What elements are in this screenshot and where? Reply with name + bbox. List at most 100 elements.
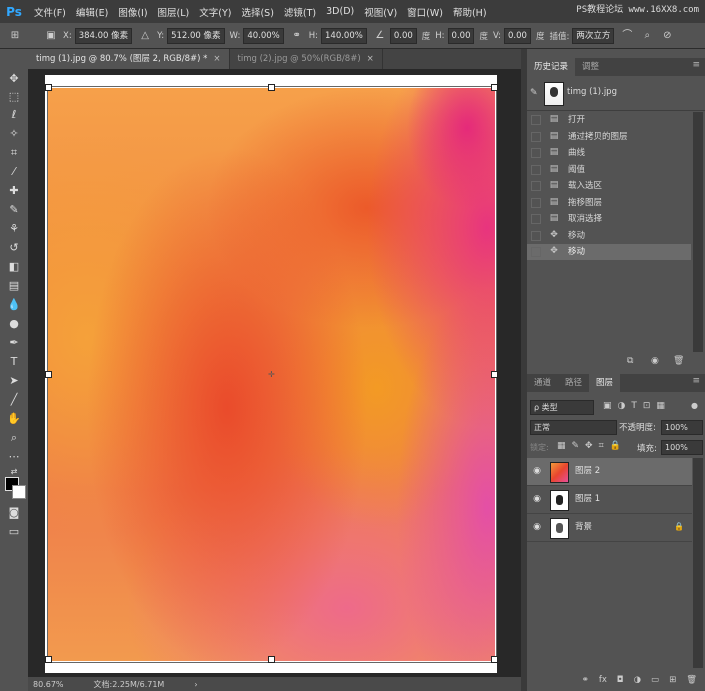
warp-icon[interactable]: ⌒ — [620, 29, 634, 43]
healing-brush-icon[interactable]: ✚ — [5, 183, 23, 199]
eye-icon[interactable]: ◉ — [531, 522, 543, 532]
delta-icon[interactable]: △ — [138, 29, 152, 43]
new-document-from-state-icon[interactable]: ⧉ — [627, 356, 633, 366]
screen-mode-icon[interactable]: ▭ — [5, 524, 23, 540]
hskew-field[interactable]: 0.00 — [447, 27, 475, 44]
history-checkbox[interactable] — [531, 148, 541, 158]
brush-tool-icon[interactable]: ✎ — [5, 202, 23, 218]
tab-timg2[interactable]: timg (2).jpg @ 50%(RGB/8#) × — [230, 49, 383, 69]
search-icon[interactable]: ⌕ — [640, 29, 654, 43]
tab-paths[interactable]: 路径 — [558, 374, 589, 392]
panel-menu-icon[interactable]: ≡ — [692, 376, 700, 386]
history-snapshot[interactable]: ✎ timg (1).jpg — [527, 78, 705, 111]
fx-icon[interactable]: fx — [599, 672, 607, 688]
layer-row-layer1[interactable]: ◉ 图层 1 — [527, 486, 692, 514]
menu-layer[interactable]: 图层(L) — [153, 5, 195, 19]
trash-icon[interactable]: 🗑 — [673, 356, 684, 366]
menu-type[interactable]: 文字(Y) — [194, 5, 236, 19]
hand-tool-icon[interactable]: ✋ — [5, 411, 23, 427]
lasso-tool-icon[interactable]: ℓ — [5, 107, 23, 123]
history-checkbox[interactable] — [531, 115, 541, 125]
filter-toggle-icon[interactable]: ● — [691, 401, 698, 410]
history-item[interactable]: ✥ 移动 — [527, 244, 691, 260]
blur-tool-icon[interactable]: 💧 — [5, 297, 23, 313]
zoom-tool-icon[interactable]: ⌕ — [5, 430, 23, 446]
history-brush-source-icon[interactable]: ✎ — [530, 88, 538, 98]
blend-mode-select[interactable]: 正常 — [530, 420, 617, 435]
folder-icon[interactable]: ▭ — [651, 672, 659, 688]
background-color-swatch[interactable] — [12, 485, 26, 499]
new-layer-icon[interactable]: ⊞ — [669, 672, 676, 688]
tab-layers[interactable]: 图层 — [589, 374, 621, 392]
menu-file[interactable]: 文件(F) — [29, 5, 71, 19]
layer-row-background[interactable]: ◉ 背景 🔒 — [527, 514, 692, 542]
layers-scrollbar[interactable] — [693, 458, 703, 668]
history-item[interactable]: ✥ 移动 — [527, 228, 691, 244]
history-item[interactable]: ▤ 打开 — [527, 112, 691, 128]
history-checkbox[interactable] — [531, 230, 541, 241]
link-icon[interactable]: ⚭ — [582, 672, 589, 688]
x-field[interactable]: 384.00 像素 — [74, 27, 133, 44]
w-field[interactable]: 40.00% — [243, 27, 284, 44]
path-select-icon[interactable]: ➤ — [5, 373, 23, 389]
history-item[interactable]: ▤ 载入选区 — [527, 178, 691, 194]
marquee-tool-icon[interactable]: ⬚ — [5, 89, 23, 105]
angle-field[interactable]: 0.00 — [389, 27, 417, 44]
trash-icon[interactable]: 🗑 — [686, 672, 697, 688]
gradient-tool-icon[interactable]: ▤ — [5, 278, 23, 294]
transform-tool-icon[interactable]: ⊞ — [8, 29, 22, 43]
history-brush-icon[interactable]: ↺ — [5, 240, 23, 256]
history-item[interactable]: ▤ 通过拷贝的图层 — [527, 129, 691, 145]
status-arrow-icon[interactable]: › — [194, 680, 197, 689]
close-icon[interactable]: × — [367, 54, 374, 64]
eye-icon[interactable]: ◉ — [531, 494, 543, 504]
tab-timg1[interactable]: timg (1).jpg @ 80.7% (图层 2, RGB/8#) * × — [28, 49, 230, 69]
link-icon[interactable]: ⚭ — [290, 29, 304, 43]
panel-menu-icon[interactable]: ≡ — [692, 60, 700, 70]
history-item[interactable]: ▤ 取消选择 — [527, 211, 691, 227]
fill-field[interactable]: 100% — [661, 440, 703, 455]
magic-wand-icon[interactable]: ✧ — [5, 126, 23, 142]
zoom-level[interactable]: 80.67% — [33, 680, 64, 689]
tab-channels[interactable]: 通道 — [527, 374, 558, 392]
eye-icon[interactable]: ◉ — [531, 466, 543, 476]
transform-handle-bc[interactable] — [268, 656, 275, 663]
layer-filter-icons[interactable]: ▣◑T⊡▦ — [603, 401, 671, 411]
adjustment-icon[interactable]: ◑ — [634, 672, 641, 688]
menu-3d[interactable]: 3D(D) — [321, 6, 359, 17]
quick-mask-icon[interactable]: ◙ — [5, 505, 23, 521]
h-field[interactable]: 140.00% — [321, 27, 367, 44]
history-checkbox[interactable] — [531, 214, 541, 224]
dodge-tool-icon[interactable]: ● — [5, 316, 23, 332]
menu-view[interactable]: 视图(V) — [359, 5, 402, 19]
stamp-tool-icon[interactable]: ⚘ — [5, 221, 23, 237]
mask-icon[interactable]: ◘ — [617, 672, 624, 688]
close-icon[interactable]: × — [213, 54, 220, 64]
menu-edit[interactable]: 编辑(E) — [71, 5, 113, 19]
transform-handle-ml[interactable] — [45, 371, 52, 378]
camera-icon[interactable]: ◉ — [651, 356, 659, 366]
transform-handle-tc[interactable] — [268, 84, 275, 91]
history-checkbox[interactable] — [531, 131, 541, 142]
menu-help[interactable]: 帮助(H) — [448, 5, 492, 19]
transform-handle-br[interactable] — [491, 656, 498, 663]
type-tool-icon[interactable]: T — [5, 354, 23, 370]
menu-image[interactable]: 图像(I) — [113, 5, 152, 19]
menu-filter[interactable]: 滤镜(T) — [279, 5, 321, 19]
opacity-field[interactable]: 100% — [661, 420, 703, 435]
cancel-icon[interactable]: ⊘ — [660, 29, 674, 43]
crop-tool-icon[interactable]: ⌗ — [5, 145, 23, 161]
history-item[interactable]: ▤ 曲线 — [527, 145, 691, 161]
history-scrollbar[interactable] — [693, 112, 703, 352]
history-checkbox[interactable] — [531, 181, 541, 191]
lock-icons[interactable]: ▦✎✥⌗🔒 — [557, 441, 627, 451]
history-item[interactable]: ▤ 阈值 — [527, 162, 691, 178]
reference-point-icon[interactable]: ▣ — [44, 29, 58, 43]
transform-handle-mr[interactable] — [491, 371, 498, 378]
y-field[interactable]: 512.00 像素 — [167, 27, 225, 44]
tab-history[interactable]: 历史记录 — [527, 58, 576, 76]
menu-select[interactable]: 选择(S) — [236, 5, 278, 19]
history-item[interactable]: ▤ 拖移图层 — [527, 195, 691, 211]
transform-handle-tr[interactable] — [491, 84, 498, 91]
interp-select[interactable]: 两次立方 — [572, 27, 615, 44]
